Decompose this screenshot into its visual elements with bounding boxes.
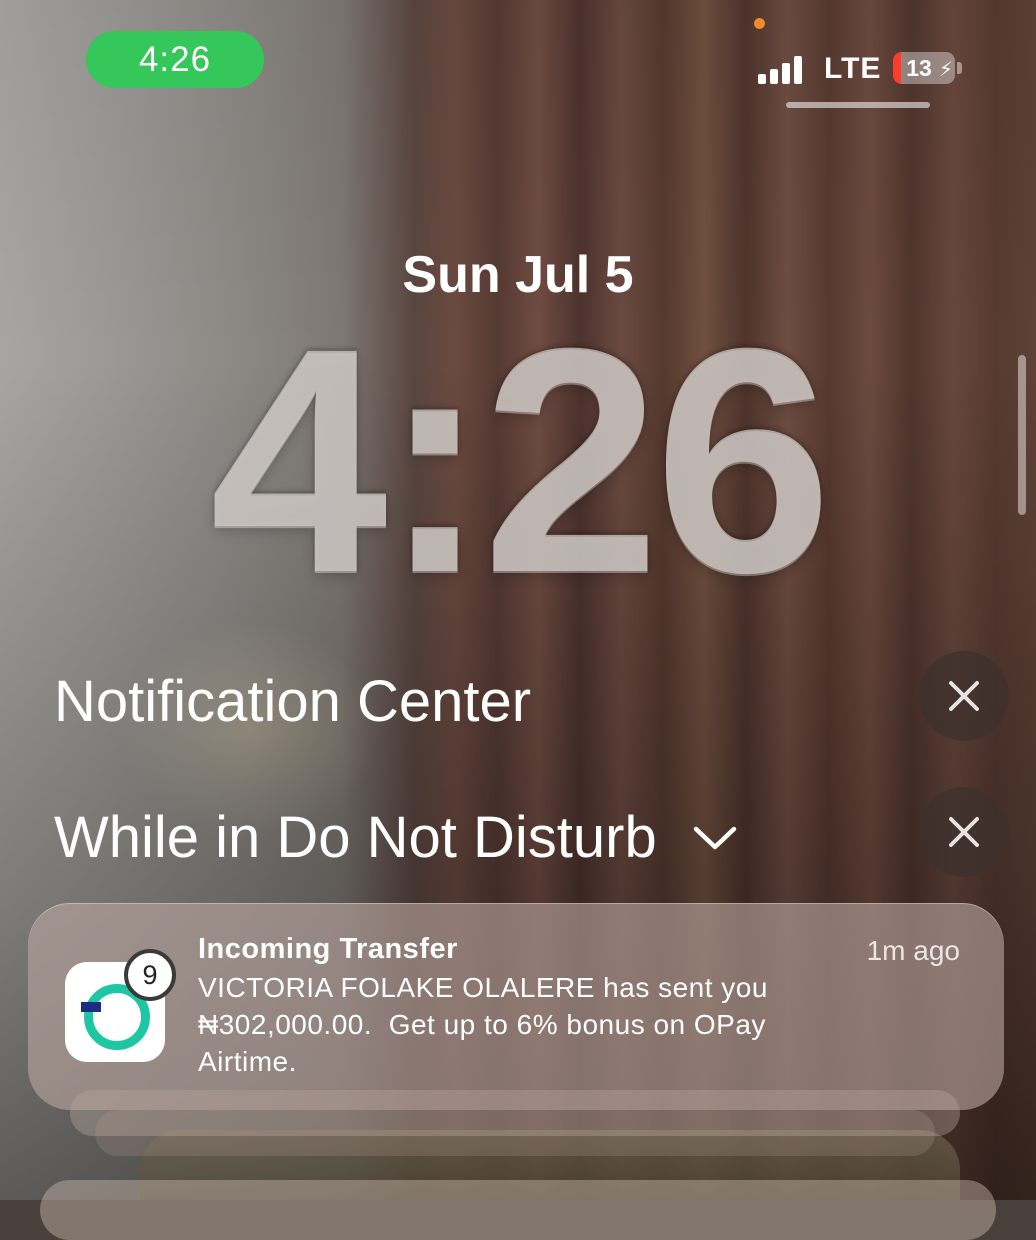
notification-count-badge: 9 <box>124 949 176 1001</box>
opay-logo-bar <box>81 1002 101 1012</box>
bolt-icon: ⚡ <box>938 59 953 81</box>
cellular-signal-icon <box>758 52 810 84</box>
close-icon <box>949 817 979 847</box>
notification-title: Incoming Transfer <box>198 933 458 965</box>
status-time: 4:26 <box>138 39 212 79</box>
notification-center-title: Notification Center <box>54 669 532 734</box>
battery-icon: 13 ⚡ <box>893 52 955 84</box>
chevron-down-icon <box>693 826 736 849</box>
lock-screen-time: 4:26 <box>209 281 832 639</box>
next-notification-card[interactable] <box>40 1180 996 1240</box>
clear-focus-section-button[interactable] <box>919 787 1009 877</box>
network-type: LTE <box>824 52 882 85</box>
focus-section-title: While in Do Not Disturb <box>54 805 657 870</box>
notification-card[interactable]: 9 Incoming Transfer 1m ago VICTORIA FOLA… <box>28 903 1004 1110</box>
notification-time: 1m ago <box>866 935 960 966</box>
battery-cap <box>957 62 962 74</box>
control-center-handle[interactable] <box>786 102 930 108</box>
status-time-pill[interactable]: 4:26 <box>86 31 264 88</box>
scroll-indicator <box>1018 355 1026 515</box>
clear-notification-center-button[interactable] <box>919 651 1009 741</box>
notification-body: VICTORIA FOLAKE OLALERE has sent you ₦30… <box>198 972 768 1077</box>
privacy-indicator-dot <box>754 18 765 29</box>
focus-section-header[interactable]: While in Do Not Disturb <box>54 804 739 871</box>
close-icon <box>949 681 979 711</box>
battery-level: 13 <box>906 54 932 81</box>
